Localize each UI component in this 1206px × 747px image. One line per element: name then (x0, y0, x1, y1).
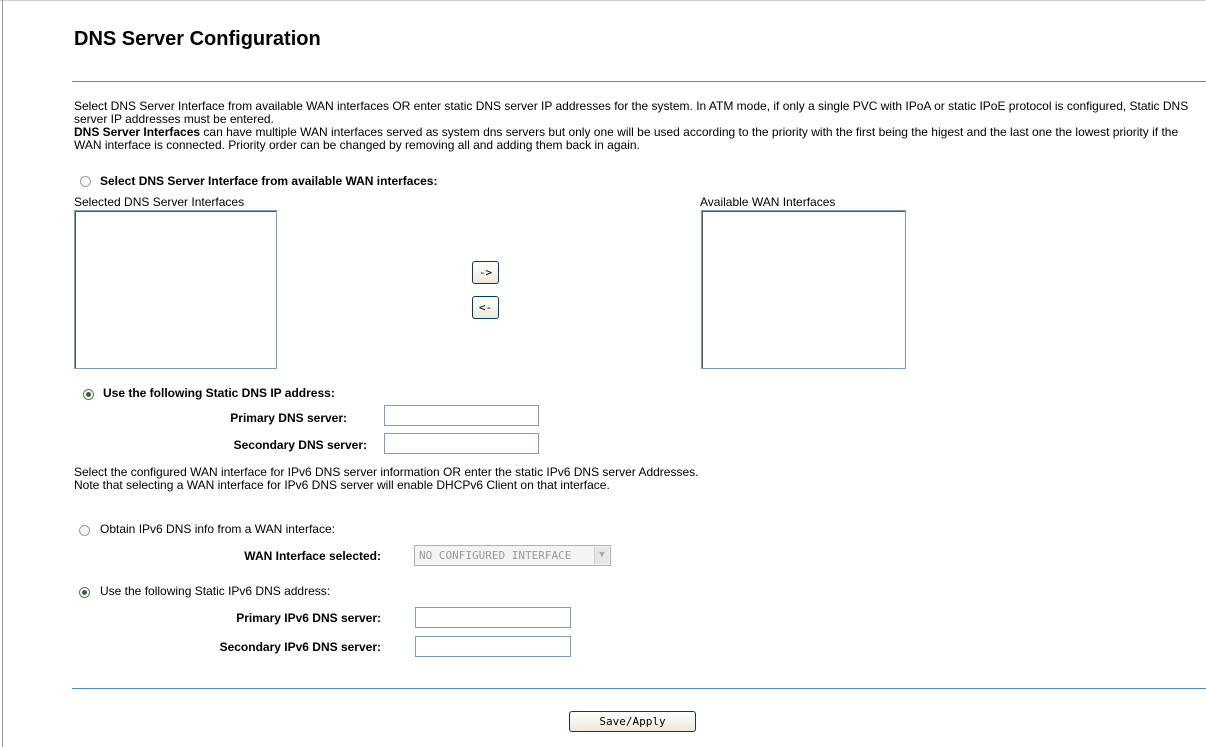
secondary-dns-input[interactable] (384, 433, 539, 454)
ipv6-wan-interface-select[interactable]: NO CONFIGURED INTERFACE ▼ (414, 545, 611, 566)
static-ipv6-option-label: Use the following Static IPv6 DNS addres… (100, 584, 331, 598)
ipv6-note: Select the configured WAN interface for … (74, 466, 698, 492)
chevron-down-icon: ▼ (594, 547, 609, 564)
static-dns-option-label: Use the following Static DNS IP address: (103, 386, 335, 400)
description-bold: DNS Server Interfaces (74, 125, 201, 139)
radio-static-dns[interactable] (83, 389, 94, 400)
frame-left-border (2, 0, 3, 747)
description-line2: can have multiple WAN interfaces served … (74, 125, 1179, 152)
ipv6-note-line2: Note that selecting a WAN interface for … (74, 478, 610, 492)
ipv6-wan-interface-value: NO CONFIGURED INTERFACE (419, 549, 572, 562)
primary-dns-label: Primary DNS server: (230, 411, 347, 425)
ipv6-wan-option-label: Obtain IPv6 DNS info from a WAN interfac… (100, 522, 335, 536)
description-text: Select DNS Server Interface from availab… (74, 100, 1204, 152)
primary-ipv6-input[interactable] (415, 607, 571, 628)
move-right-button[interactable]: -> (472, 261, 499, 284)
save-apply-button[interactable]: Save/Apply (569, 711, 696, 732)
top-divider (72, 81, 1206, 82)
move-left-button[interactable]: <- (472, 296, 499, 319)
ipv6-note-line1: Select the configured WAN interface for … (74, 465, 699, 479)
selected-interfaces-listbox[interactable] (74, 210, 277, 369)
bottom-divider (72, 688, 1206, 689)
page-frame: DNS Server Configuration Select DNS Serv… (0, 0, 1206, 747)
radio-static-ipv6[interactable] (79, 587, 90, 598)
wan-interfaces-option-label: Select DNS Server Interface from availab… (100, 174, 438, 188)
radio-ipv6-wan-interface[interactable] (79, 525, 90, 536)
description-line1: Select DNS Server Interface from availab… (74, 99, 1189, 126)
ipv6-wan-interface-label: WAN Interface selected: (244, 549, 381, 563)
secondary-dns-label: Secondary DNS server: (233, 438, 367, 452)
selected-interfaces-label: Selected DNS Server Interfaces (74, 195, 245, 209)
secondary-ipv6-input[interactable] (415, 636, 571, 657)
radio-wan-interfaces[interactable] (80, 176, 91, 187)
primary-dns-input[interactable] (384, 405, 539, 426)
secondary-ipv6-label: Secondary IPv6 DNS server: (219, 640, 381, 654)
available-interfaces-label: Available WAN Interfaces (700, 195, 836, 209)
frame-top-border (0, 0, 1206, 1)
available-interfaces-listbox[interactable] (701, 210, 906, 369)
primary-ipv6-label: Primary IPv6 DNS server: (236, 611, 381, 625)
page-title: DNS Server Configuration (74, 28, 321, 50)
